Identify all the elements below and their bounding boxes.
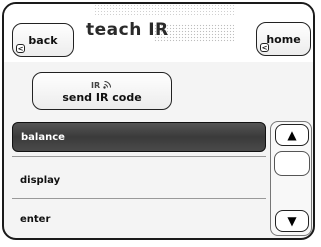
home-arrow-icon: <	[260, 43, 269, 52]
ir-icon-label: IR	[91, 80, 101, 90]
list-divider	[12, 156, 266, 157]
remote-screen: back < teach IR home < IR send IR code b…	[2, 2, 315, 240]
scroll-up-button[interactable]: ▲	[275, 124, 309, 146]
up-triangle-icon: ▲	[287, 128, 297, 142]
home-button[interactable]: home <	[256, 22, 311, 56]
dot-texture	[94, 4, 234, 16]
home-button-label: home	[266, 32, 301, 46]
list-item-display[interactable]: display	[12, 165, 266, 195]
list-item-balance[interactable]: balance	[12, 122, 266, 152]
down-triangle-icon: ▼	[287, 214, 297, 228]
list-item-label: balance	[21, 131, 65, 143]
back-button[interactable]: back <	[12, 23, 74, 57]
list-item-enter[interactable]: enter	[12, 204, 266, 234]
page-title: teach IR	[86, 20, 169, 40]
send-ir-code-button[interactable]: IR send IR code	[32, 72, 172, 110]
list-item-label: enter	[20, 213, 51, 225]
list-divider	[12, 198, 266, 199]
scrollbar-thumb[interactable]	[274, 151, 310, 176]
list-item-label: display	[20, 174, 61, 186]
scroll-down-button[interactable]: ▼	[275, 210, 309, 232]
header-bar: back < teach IR home <	[4, 4, 313, 62]
ir-signal-icon: IR	[91, 79, 113, 91]
signal-waves-icon	[103, 80, 111, 89]
send-ir-code-label: send IR code	[62, 90, 142, 104]
back-arrow-icon: <	[16, 44, 25, 53]
back-button-label: back	[28, 33, 58, 47]
